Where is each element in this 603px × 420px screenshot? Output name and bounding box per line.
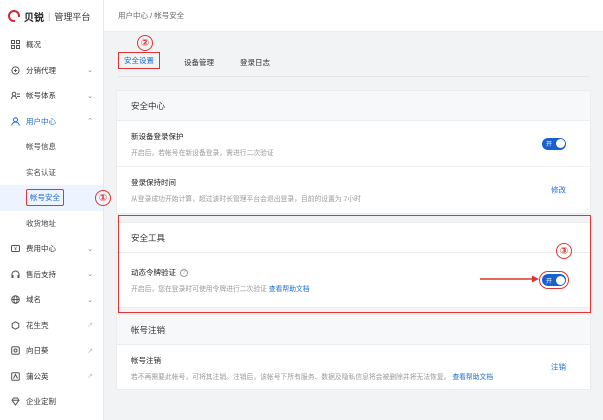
row-description: 从登录成功开始计算，超过该时长管理平台会退出登录，目前的设置为 7小时 bbox=[131, 196, 361, 203]
sidebar-item-label: 企业定制 bbox=[26, 397, 56, 407]
sidebar-item-domain[interactable]: 域名 ⌄ bbox=[0, 287, 103, 313]
new-device-protection-row: 新设备登录保护 开启后，若帐号在新设备登录，需进行二次验证 开 bbox=[117, 121, 590, 167]
brand-name: 贝锐 bbox=[24, 12, 44, 24]
sidebar-item-enterprise[interactable]: 企业定制 bbox=[0, 389, 103, 415]
row-title: 帐号注销 bbox=[131, 356, 161, 365]
grid-icon bbox=[10, 40, 20, 50]
sidebar-menu: 概况 分销代理 ⌄ 帐号体系 ⌄ 用户中心 ⌃ 帐号信息 实名认证 帐号安全 收… bbox=[0, 32, 103, 415]
section-title: 帐号注销 bbox=[117, 315, 590, 345]
external-link-icon: ↗ bbox=[87, 373, 93, 381]
help-doc-link[interactable]: 查看帮助文档 bbox=[269, 286, 310, 293]
chevron-down-icon: ⌄ bbox=[87, 245, 93, 253]
external-link-icon: ↗ bbox=[87, 347, 93, 355]
svg-text:¥: ¥ bbox=[14, 247, 17, 253]
sidebar-subitem-label: 帐号安全 bbox=[26, 189, 64, 207]
brand[interactable]: 贝锐 | 管理平台 bbox=[0, 0, 103, 32]
headset-icon bbox=[10, 269, 20, 279]
row-title: 登录保持时间 bbox=[131, 178, 176, 187]
globe-icon bbox=[10, 295, 20, 305]
sidebar: 贝锐 | 管理平台 概况 分销代理 ⌄ 帐号体系 ⌄ 用户中心 ⌃ 帐号信息 实… bbox=[0, 0, 104, 420]
row-description: 若不再需要此帐号，可将其注销。注销后，该帐号下所有服务、数据及隐私信息将会被删除… bbox=[131, 371, 576, 381]
account-cancel-row: 帐号注销 若不再需要此帐号，可将其注销。注销后，该帐号下所有服务、数据及隐私信息… bbox=[117, 345, 590, 389]
toggle-label: 开 bbox=[546, 142, 553, 148]
sidebar-subitem-shipping-address[interactable]: 收货地址 bbox=[0, 211, 103, 237]
row-title-text: 动态令牌验证 bbox=[131, 268, 176, 277]
annotation-marker-3: ③ bbox=[556, 243, 572, 259]
help-doc-link[interactable]: 查看帮助文档 bbox=[452, 374, 493, 381]
row-description-text: 开启后，您在登录时可使用令牌进行二次验证 bbox=[131, 286, 267, 293]
brand-logo-icon bbox=[8, 10, 20, 22]
dynamic-token-toggle[interactable]: 开 bbox=[539, 271, 569, 289]
tab-divider bbox=[118, 76, 589, 77]
sidebar-subitem-account-security[interactable]: 帐号安全 bbox=[0, 185, 103, 211]
row-description: 开启后，您在登录时可使用令牌进行二次验证 查看帮助文档 bbox=[131, 283, 576, 293]
main-content: 用户中心 / 帐号安全 安全设置 设备管理 登录日志 安全中心 新设备登录保护 … bbox=[104, 0, 603, 420]
new-device-protection-toggle[interactable]: 开 bbox=[542, 137, 566, 150]
login-keep-time-row: 登录保持时间 从登录成功开始计算，超过该时长管理平台会退出登录，目前的设置为 7… bbox=[117, 167, 590, 213]
section-title: 安全中心 bbox=[117, 91, 590, 121]
tab-device-management[interactable]: 设备管理 bbox=[182, 52, 216, 72]
sidebar-subitem-label: 收货地址 bbox=[26, 218, 56, 228]
sidebar-item-label: 域名 bbox=[26, 295, 41, 305]
sidebar-item-label: 蒲公英 bbox=[26, 371, 49, 381]
chevron-down-icon: ⌄ bbox=[87, 296, 93, 304]
account-cancel-card: 帐号注销 帐号注销 若不再需要此帐号，可将其注销。注销后，该帐号下所有服务、数据… bbox=[116, 314, 591, 390]
tab-login-log[interactable]: 登录日志 bbox=[238, 52, 272, 72]
toggle-knob bbox=[555, 275, 565, 285]
sidebar-item-label: 分销代理 bbox=[26, 65, 56, 75]
chevron-down-icon: ⌄ bbox=[87, 67, 93, 75]
cancel-account-link[interactable]: 注销 bbox=[551, 362, 566, 373]
tab-bar: 安全设置 设备管理 登录日志 bbox=[118, 52, 272, 72]
sidebar-item-label: 费用中心 bbox=[26, 244, 56, 254]
chevron-up-icon: ⌃ bbox=[87, 118, 93, 126]
sidebar-item-label: 用户中心 bbox=[26, 116, 56, 126]
account-tree-icon bbox=[10, 91, 20, 101]
sidebar-item-user-center[interactable]: 用户中心 ⌃ bbox=[0, 109, 103, 135]
sidebar-item-account-system[interactable]: 帐号体系 ⌄ bbox=[0, 83, 103, 109]
sidebar-subitem-real-name[interactable]: 实名认证 bbox=[0, 160, 103, 186]
section-title: 安全工具 bbox=[117, 223, 590, 253]
annotation-arrow-icon bbox=[480, 275, 539, 283]
wallet-icon: ¥ bbox=[10, 244, 20, 254]
sidebar-subitem-label: 帐号信息 bbox=[26, 142, 56, 152]
row-description-text: 若不再需要此帐号，可将其注销。注销后，该帐号下所有服务、数据及隐私信息将会被删除… bbox=[131, 374, 451, 381]
sidebar-item-label: 帐号体系 bbox=[26, 91, 56, 101]
annotation-marker-2: ② bbox=[137, 35, 153, 51]
security-tools-card: 安全工具 动态令牌验证 ? 开启后，您在登录时可使用令牌进行二次验证 查看帮助文… bbox=[116, 222, 591, 308]
help-icon[interactable]: ? bbox=[180, 268, 188, 277]
sidebar-item-billing[interactable]: ¥ 费用中心 ⌄ bbox=[0, 236, 103, 262]
sidebar-subitem-label: 实名认证 bbox=[26, 167, 56, 177]
external-link-icon: ↗ bbox=[87, 322, 93, 330]
sidebar-item-label: 概况 bbox=[26, 40, 41, 50]
sidebar-item-after-sales[interactable]: 售后支持 ⌄ bbox=[0, 262, 103, 288]
brand-separator: | bbox=[48, 11, 51, 21]
sidebar-item-label: 花生壳 bbox=[26, 320, 49, 330]
row-title: 新设备登录保护 bbox=[131, 132, 184, 141]
brand-subtitle: 管理平台 bbox=[54, 11, 91, 22]
sidebar-item-overview[interactable]: 概况 bbox=[0, 32, 103, 58]
sunflower-icon bbox=[10, 346, 20, 356]
dandelion-icon bbox=[10, 371, 20, 381]
toggle-label: 开 bbox=[546, 278, 553, 285]
sidebar-item-peanut-shell[interactable]: 花生壳 ↗ bbox=[0, 313, 103, 339]
security-center-card: 安全中心 新设备登录保护 开启后，若帐号在新设备登录，需进行二次验证 开 登录保… bbox=[116, 90, 591, 214]
sidebar-item-sunflower[interactable]: 向日葵 ↗ bbox=[0, 338, 103, 364]
sidebar-item-distribution[interactable]: 分销代理 ⌄ bbox=[0, 58, 103, 84]
chevron-down-icon: ⌄ bbox=[87, 92, 93, 100]
tab-security-settings[interactable]: 安全设置 bbox=[118, 52, 160, 69]
toggle-knob bbox=[555, 139, 565, 148]
diamond-icon bbox=[10, 397, 20, 407]
sidebar-item-label: 售后支持 bbox=[26, 269, 56, 279]
sidebar-subitem-account-info[interactable]: 帐号信息 bbox=[0, 134, 103, 160]
share-icon bbox=[10, 65, 20, 75]
sidebar-item-dandelion[interactable]: 蒲公英 ↗ bbox=[0, 364, 103, 390]
breadcrumb: 用户中心 / 帐号安全 bbox=[104, 0, 603, 32]
sidebar-item-label: 向日葵 bbox=[26, 346, 49, 356]
peanut-icon bbox=[10, 320, 20, 330]
user-icon bbox=[10, 116, 20, 126]
modify-link[interactable]: 修改 bbox=[551, 185, 566, 196]
annotation-marker-1: ① bbox=[95, 190, 111, 206]
row-description: 开启后，若帐号在新设备登录，需进行二次验证 bbox=[131, 150, 274, 157]
chevron-down-icon: ⌄ bbox=[87, 271, 93, 279]
